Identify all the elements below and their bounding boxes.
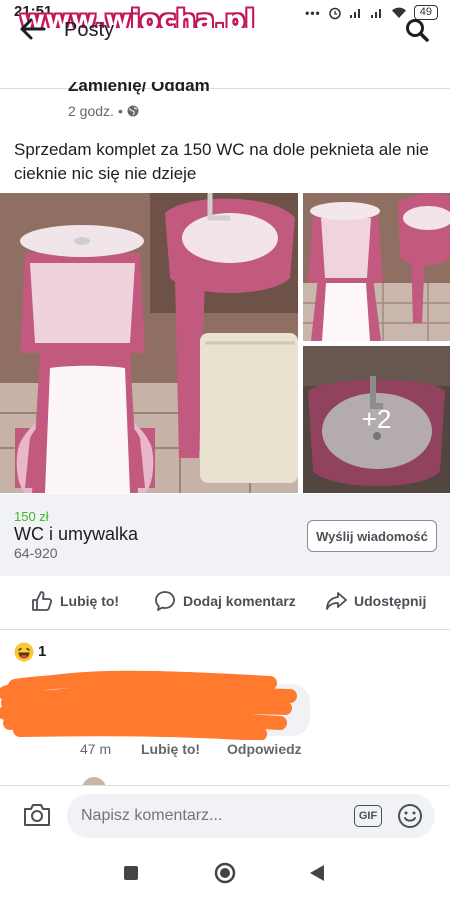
laughing-emoji-icon[interactable] — [14, 642, 34, 662]
post-actions: Lubię to! Dodaj komentarz Udostępnij — [0, 577, 450, 630]
share-arrow-icon — [326, 592, 347, 610]
signal-icon — [370, 8, 381, 18]
alarm-icon — [329, 7, 341, 19]
more-photos-overlay[interactable]: +2 — [303, 346, 450, 493]
comment-button[interactable]: Dodaj komentarz — [154, 590, 296, 612]
listing-location: 64-920 — [14, 545, 58, 561]
post-time[interactable]: 2 godz. — [68, 103, 114, 119]
toilet-photo-illustration — [0, 193, 298, 493]
photo-toilet-side[interactable] — [303, 193, 450, 341]
emoji-icon[interactable] — [397, 803, 423, 829]
recents-square-icon[interactable] — [124, 866, 138, 880]
photo-toilet-and-sink[interactable] — [0, 193, 298, 493]
back-triangle-icon[interactable] — [309, 864, 325, 882]
gif-label: GIF — [358, 810, 378, 822]
like-label: Lubię to! — [60, 593, 120, 609]
home-circle-icon[interactable] — [214, 862, 236, 884]
like-button[interactable]: Lubię to! — [31, 590, 119, 612]
share-label: Udostępnij — [354, 593, 427, 609]
signal-icon — [349, 8, 360, 18]
search-icon[interactable] — [404, 17, 430, 43]
camera-icon[interactable] — [22, 801, 52, 829]
gif-icon[interactable]: GIF — [354, 805, 382, 827]
page-title: Posty — [64, 19, 115, 41]
comment-icon — [155, 591, 175, 611]
separator-dot: • — [117, 103, 123, 119]
comment-time: 47 m — [80, 741, 112, 757]
redaction-scribble — [0, 670, 297, 740]
thumbs-up-icon — [32, 591, 53, 611]
share-button[interactable]: Udostępnij — [325, 590, 426, 612]
reaction-count: 1 — [38, 643, 47, 660]
comment-reply-button[interactable]: Odpowiedz — [227, 741, 302, 757]
send-message-button[interactable]: Wyślij wiadomość — [307, 520, 437, 552]
post-text: Sprzedam komplet za 150 WC na dole pekni… — [14, 140, 429, 183]
comment-label: Dodaj komentarz — [183, 593, 296, 609]
post-meta: 2 godz. • — [68, 103, 139, 119]
listing-title: WC i umywalka — [14, 524, 139, 544]
listing-price: 150 zł — [14, 509, 49, 524]
arrow-left-icon[interactable] — [18, 17, 46, 41]
globe-icon — [127, 105, 139, 117]
comment-like-button[interactable]: Lubię to! — [141, 741, 200, 757]
more-dots-icon: ••• — [305, 5, 321, 20]
toilet-side-illustration — [303, 193, 450, 341]
